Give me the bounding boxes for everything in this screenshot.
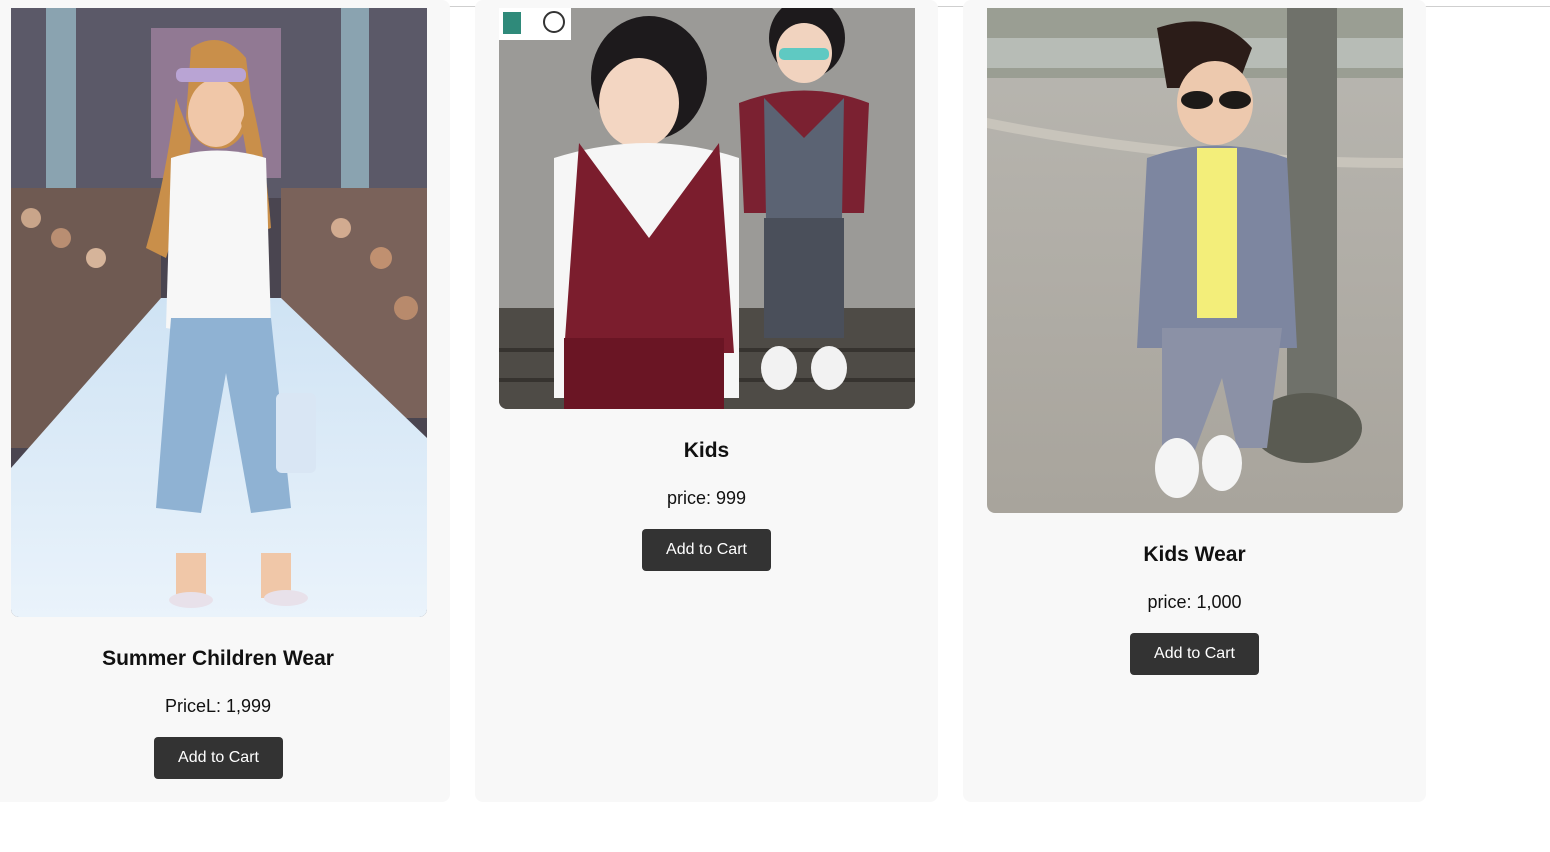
runway-girl-photo <box>11 8 427 617</box>
product-card-kids-wear: Kids Wear price: 1,000 Add to Cart <box>963 0 1426 802</box>
two-boys-photo <box>499 8 915 409</box>
product-price: PriceL: 1,999 <box>164 696 272 716</box>
boy-by-pole-photo <box>987 8 1403 513</box>
product-image[interactable] <box>987 8 1403 513</box>
product-card-summer-children-wear: Summer Children Wear PriceL: 1,999 Add t… <box>0 0 450 802</box>
product-image[interactable] <box>499 8 915 409</box>
product-image[interactable] <box>11 8 427 617</box>
add-to-cart-button[interactable]: Add to Cart <box>154 737 283 779</box>
add-to-cart-button[interactable]: Add to Cart <box>642 529 771 571</box>
product-title: Kids <box>683 439 730 462</box>
product-title: Kids Wear <box>1143 543 1246 566</box>
product-price: price: 1,000 <box>1147 592 1242 612</box>
product-title: Summer Children Wear <box>102 647 334 670</box>
add-to-cart-button[interactable]: Add to Cart <box>1130 633 1259 675</box>
product-price: price: 999 <box>666 488 747 508</box>
product-card-kids: Kids price: 999 Add to Cart <box>475 0 938 802</box>
